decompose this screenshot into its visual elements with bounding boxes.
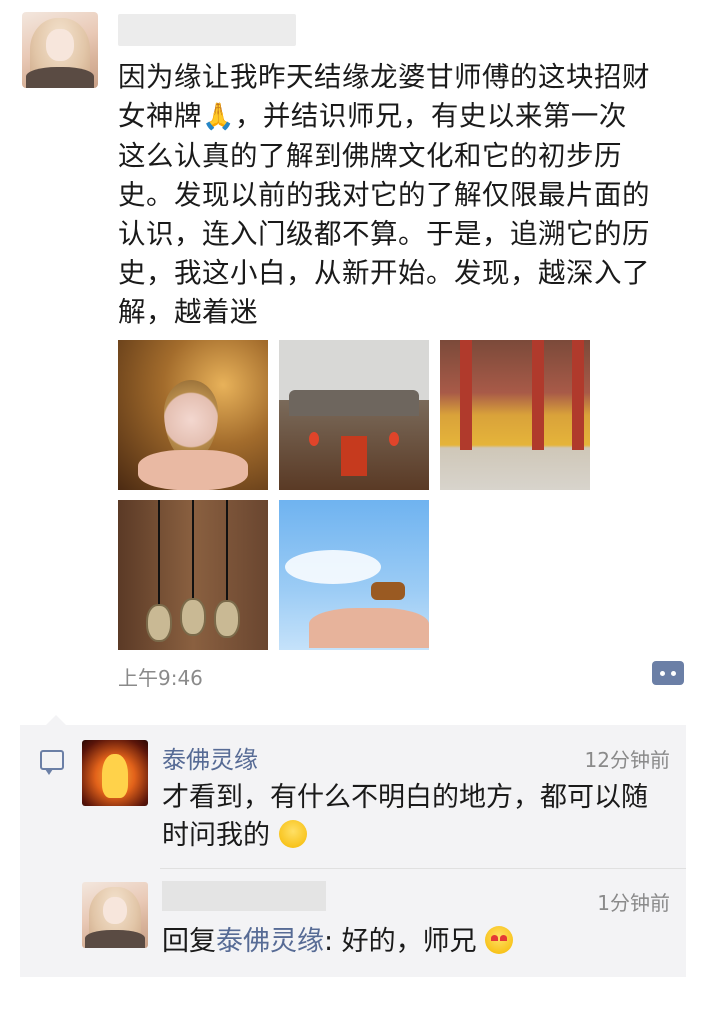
poster-avatar[interactable] — [22, 12, 98, 88]
post-timestamp: 上午9:46 — [118, 666, 203, 690]
post-line: 认识，连入门级都不算。于是，追溯它的历 — [118, 218, 650, 250]
photo-sky-gavel[interactable] — [279, 500, 429, 650]
post-line: 因为缘让我昨天结缘龙婆甘师傅的这块招财 — [118, 61, 650, 93]
comment-icon — [40, 750, 64, 775]
commenter-name[interactable]: 泰佛灵缘 — [162, 740, 258, 775]
post-line: 解，越着迷 — [118, 296, 258, 328]
reply-prefix: 回复 — [162, 926, 216, 957]
more-actions-icon[interactable] — [652, 661, 684, 685]
comment-text[interactable]: 才看到，有什么不明白的地方，都可以随 时问我的 — [162, 779, 672, 855]
reply-target-link[interactable]: 泰佛灵缘 — [216, 926, 324, 957]
photo-monks-hall[interactable] — [440, 340, 590, 490]
reply-body: : 好的，师兄 — [324, 926, 477, 957]
commenter-avatar[interactable] — [82, 740, 148, 806]
photo-amulet-necklaces[interactable] — [118, 500, 268, 650]
post-line: 女神牌🙏，并结识师兄，有史以来第一次 — [118, 97, 700, 137]
reply-time: 1分钟前 — [597, 891, 670, 915]
post-line: 史。发现以前的我对它的了解仅限最片面的 — [118, 179, 650, 211]
post-line: 这么认真的了解到佛牌文化和它的初步历 — [118, 140, 622, 172]
post-line: 史，我这小白，从新开始。发现，越深入了 — [118, 257, 650, 289]
replier-name-redacted[interactable] — [162, 881, 326, 911]
comment-line: 才看到，有什么不明白的地方，都可以随 — [162, 782, 648, 813]
love-emoji-icon — [485, 926, 514, 954]
poster-name-redacted[interactable] — [118, 14, 296, 46]
post-text: 因为缘让我昨天结缘龙婆甘师傅的这块招财 女神牌🙏，并结识师兄，有史以来第一次 这… — [118, 58, 700, 332]
comment-line: 时问我的 — [162, 817, 672, 855]
comment-divider — [160, 868, 686, 869]
grin-emoji-icon — [278, 820, 307, 848]
photo-temple-gate[interactable] — [279, 340, 429, 490]
replier-avatar[interactable] — [82, 882, 148, 948]
reply-text[interactable]: 回复泰佛灵缘: 好的，师兄 — [162, 924, 514, 960]
photo-amulet-closeup[interactable] — [118, 340, 268, 490]
comment-time: 12分钟前 — [584, 748, 670, 772]
pray-emoji-icon: 🙏 — [202, 102, 235, 132]
